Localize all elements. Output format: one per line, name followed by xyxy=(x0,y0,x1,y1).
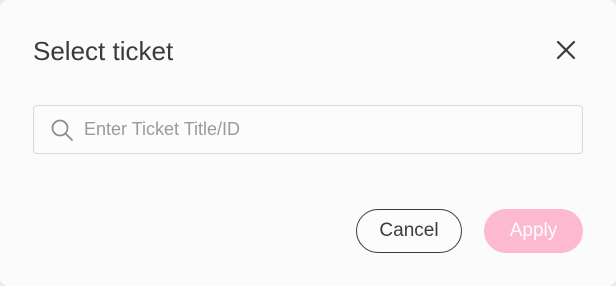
ticket-search-field[interactable] xyxy=(33,105,583,154)
apply-button[interactable]: Apply xyxy=(484,209,583,253)
close-button[interactable] xyxy=(552,36,580,64)
dialog-title: Select ticket xyxy=(33,36,174,66)
cancel-button[interactable]: Cancel xyxy=(356,209,462,253)
select-ticket-dialog: Select ticket Cancel Apply xyxy=(0,0,616,286)
search-icon xyxy=(51,119,73,141)
ticket-search-input[interactable] xyxy=(84,106,574,153)
close-icon xyxy=(556,40,576,60)
